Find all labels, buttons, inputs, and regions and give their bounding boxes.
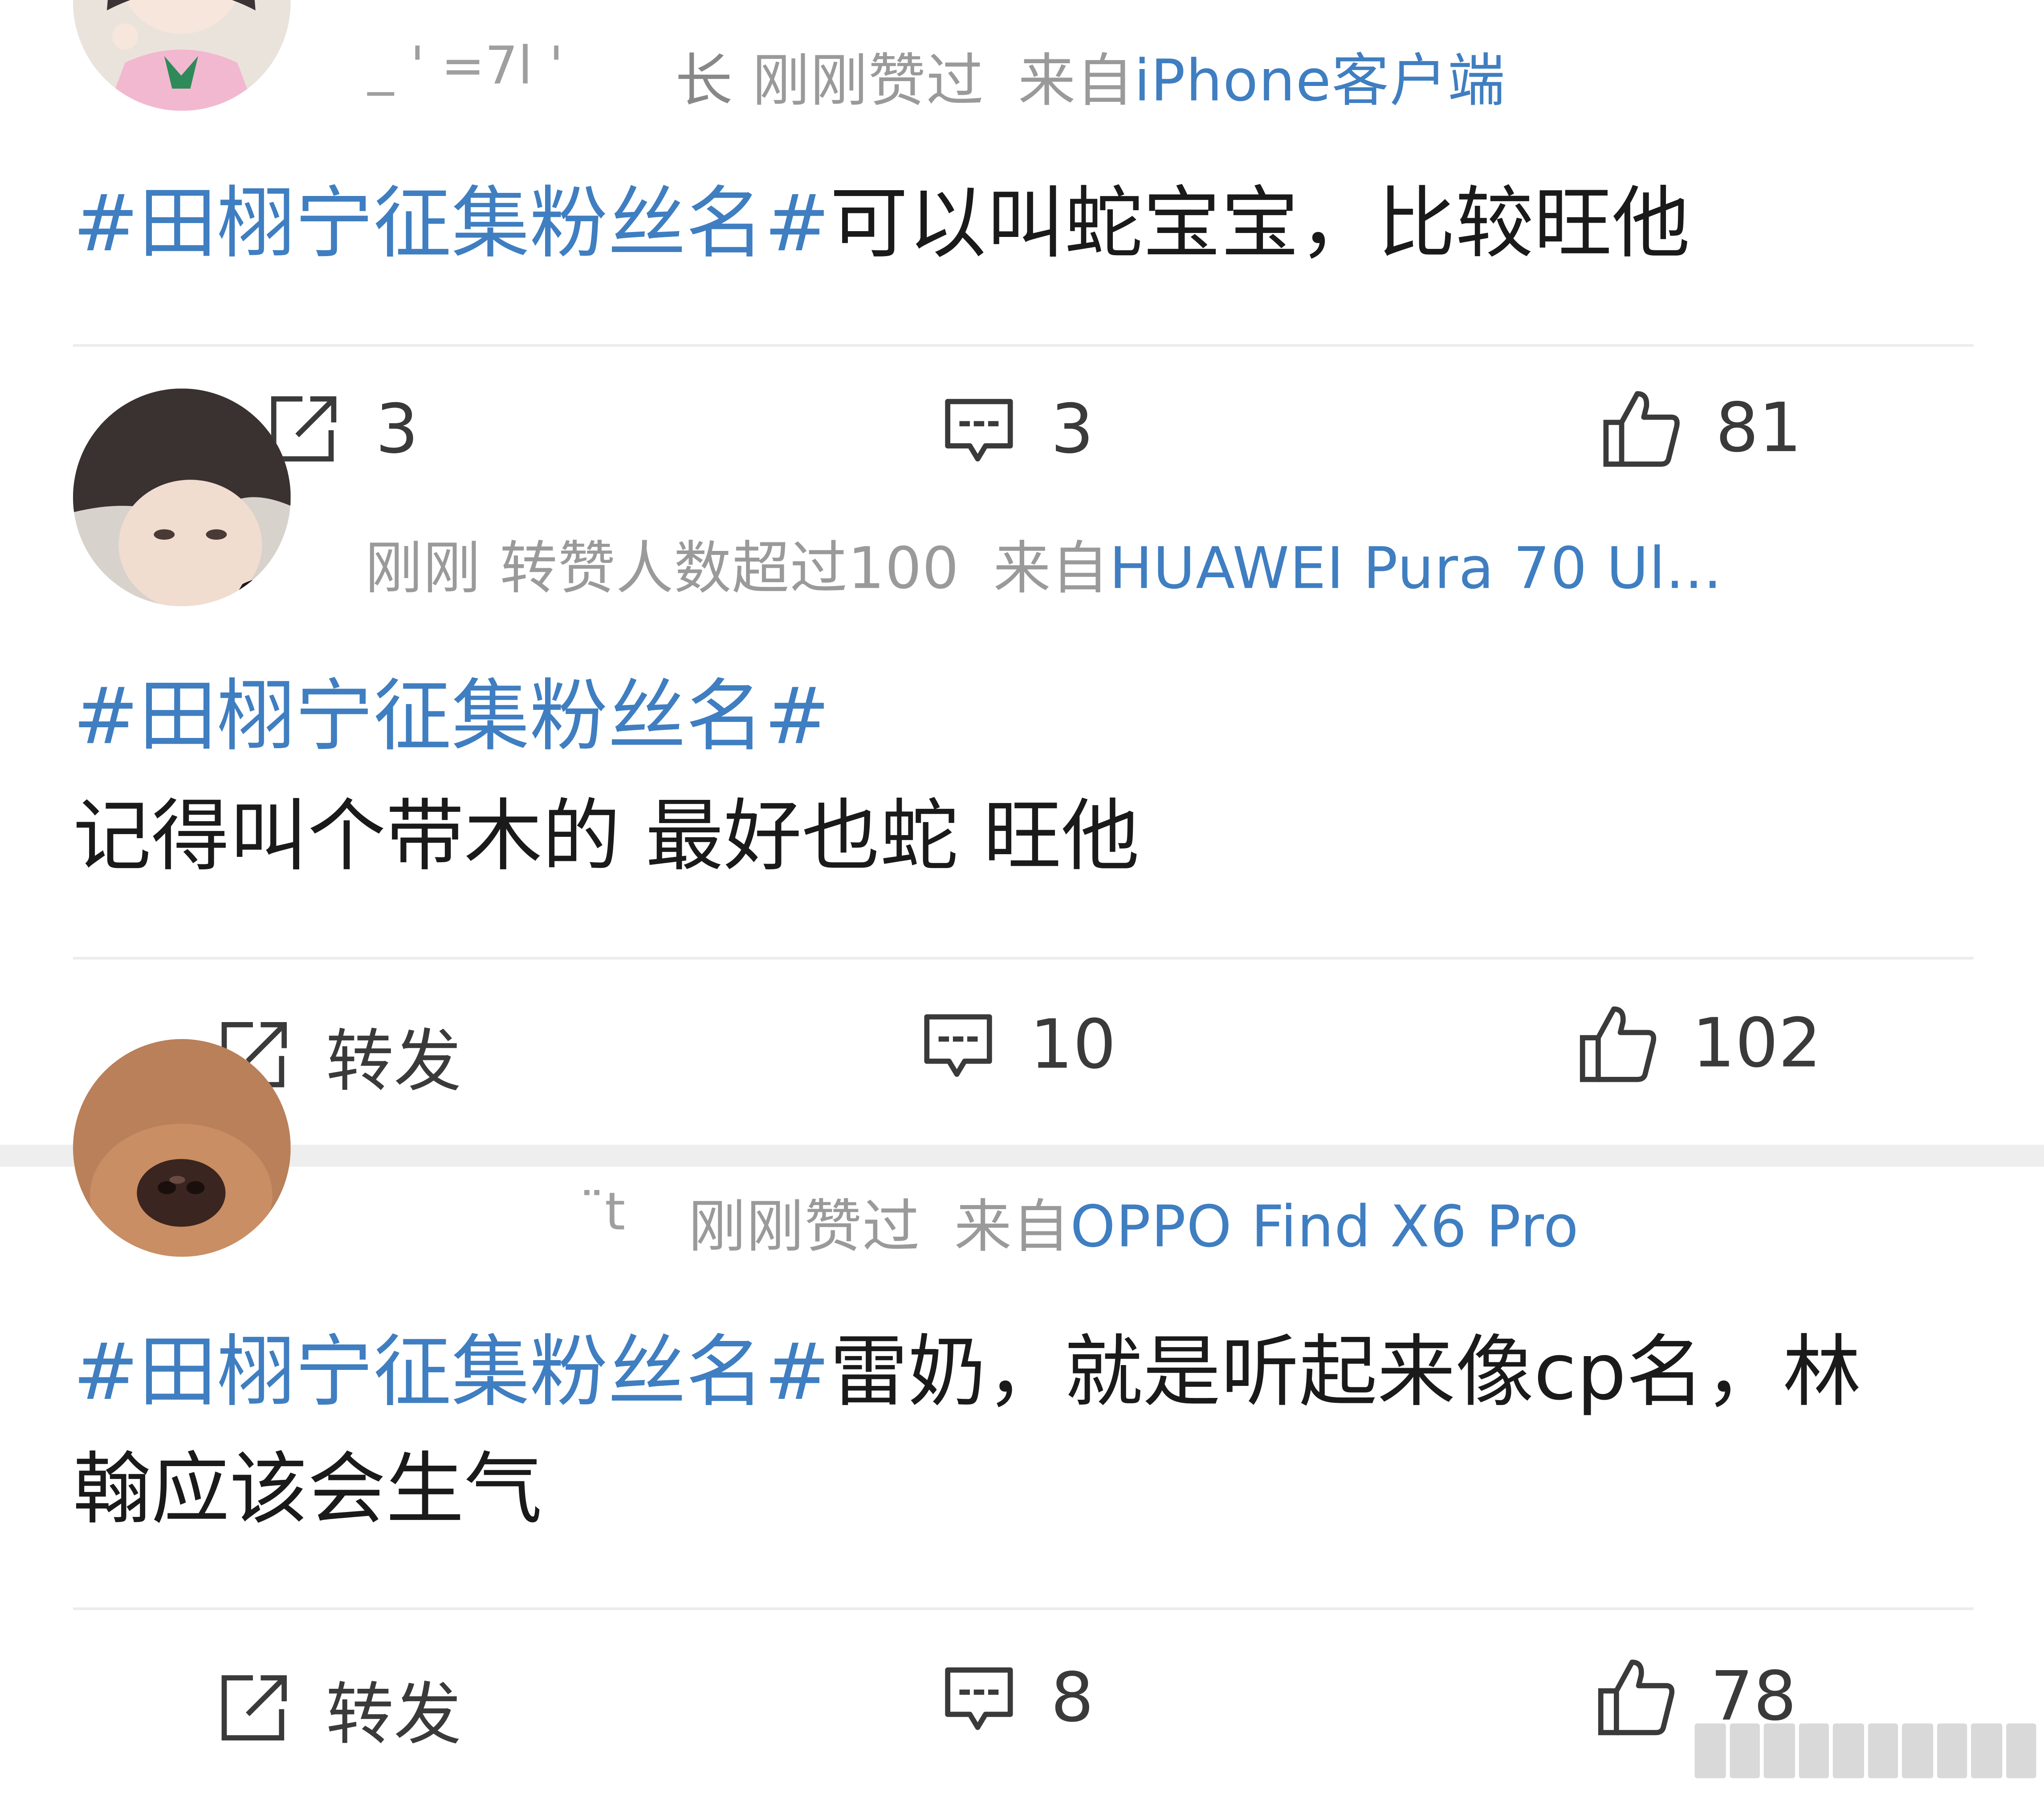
- scroll-tick: [2005, 1723, 2036, 1778]
- source-prefix: 来自: [954, 1194, 1071, 1261]
- hashtag-link[interactable]: #田栩宁征集粉丝名#: [73, 672, 830, 763]
- source-prefix: 来自: [993, 536, 1110, 603]
- post-text: #田栩宁征集粉丝名#: [73, 655, 830, 780]
- scroll-tick: [1798, 1723, 1829, 1778]
- comment-count: 10: [1030, 1006, 1116, 1085]
- comment-icon: [945, 1667, 1013, 1730]
- scroll-tick: [1971, 1723, 2002, 1778]
- like-button[interactable]: 102: [1577, 1004, 1821, 1084]
- post-meta: 刚刚赞过 来自OPPO Find X6 Pro: [688, 1180, 1579, 1263]
- post-text-line-2: 记得叫个带木的 最好也蛇 旺他: [73, 774, 1140, 900]
- repost-label: 转发: [326, 1023, 462, 1102]
- post-text-line-2: 翰应该会生气: [73, 1427, 542, 1553]
- comment-count: 3: [1051, 391, 1094, 469]
- avatar[interactable]: [73, 1039, 291, 1257]
- repost-button[interactable]: 3: [263, 391, 419, 469]
- post-text: #田栩宁征集粉丝名#雷奶，就是听起来像cp名，林: [73, 1310, 1861, 1435]
- scroll-tick: [1729, 1723, 1760, 1778]
- status-text: 刚刚赞过: [688, 1194, 920, 1261]
- scroll-tick: [1936, 1723, 1967, 1778]
- post-meta: 长 刚刚赞过 来自iPhone客户端: [675, 34, 1506, 117]
- repost-button[interactable]: 转发: [214, 1659, 461, 1757]
- like-count: 102: [1692, 1005, 1822, 1084]
- username-suffix[interactable]: ¨t: [579, 1182, 625, 1243]
- repost-icon: [221, 1675, 287, 1740]
- username-text[interactable]: _ ' =7l ': [367, 37, 563, 97]
- avatar[interactable]: [73, 0, 291, 111]
- scroll-tick: [1763, 1723, 1795, 1778]
- status-text: 刚刚 转赞人数超过100: [365, 536, 960, 603]
- thumbs-up-icon: [1598, 1659, 1675, 1736]
- like-count: 81: [1715, 390, 1802, 468]
- post-body-line-2: 记得叫个带木的 最好也蛇 旺他: [73, 791, 1140, 883]
- divider: [73, 957, 1974, 960]
- scroll-indicator[interactable]: [1694, 1723, 2036, 1778]
- username[interactable]: _ ' =7l ': [367, 37, 563, 97]
- scroll-tick: [1832, 1723, 1864, 1778]
- comment-button[interactable]: 8: [941, 1659, 1094, 1738]
- status-text: 刚刚赞过: [752, 48, 985, 115]
- scroll-tick: [1867, 1723, 1898, 1778]
- scroll-tick: [1694, 1723, 1726, 1778]
- comment-icon: [945, 399, 1013, 462]
- post-body: 可以叫蛇宝宝，比较旺他: [830, 179, 1690, 270]
- comment-button[interactable]: 3: [941, 391, 1094, 469]
- post-1[interactable]: _ ' =7l ' 长 刚刚赞过 来自iPhone客户端 #田栩宁征集粉丝名#可以…: [0, 0, 2044, 495]
- username[interactable]: ¨t: [579, 1182, 625, 1243]
- username-suffix: 长: [675, 48, 733, 115]
- post-text: #田栩宁征集粉丝名#可以叫蛇宝宝，比较旺他: [73, 162, 1690, 287]
- comment-count: 8: [1051, 1659, 1094, 1738]
- repost-label: 转发: [326, 1676, 462, 1755]
- post-body-line-2: 翰应该会生气: [73, 1444, 542, 1536]
- post-3[interactable]: ¨t 刚刚赞过 来自OPPO Find X6 Pro #田栩宁征集粉丝名#雷奶，就…: [0, 1039, 2044, 1797]
- source-link[interactable]: iPhone客户端: [1134, 48, 1506, 114]
- post-2[interactable]: 刚刚 转赞人数超过100 来自HUAWEI Pura 70 Ul... #田栩宁征…: [0, 388, 2044, 1145]
- hashtag-link[interactable]: #田栩宁征集粉丝名#: [73, 179, 830, 270]
- like-button[interactable]: 81: [1601, 388, 1802, 469]
- divider: [73, 344, 1974, 347]
- post-meta: 刚刚 转赞人数超过100 来自HUAWEI Pura 70 Ul...: [365, 522, 1722, 605]
- weibo-feed: _ ' =7l ' 长 刚刚赞过 来自iPhone客户端 #田栩宁征集粉丝名#可以…: [0, 0, 2044, 1797]
- hashtag-link[interactable]: #田栩宁征集粉丝名#: [73, 1327, 830, 1418]
- thumbs-up-icon: [1603, 391, 1680, 467]
- comment-icon: [924, 1014, 992, 1077]
- section-separator: [0, 1145, 2044, 1167]
- repost-count: 3: [375, 391, 419, 469]
- scroll-tick: [1901, 1723, 1933, 1778]
- source-prefix: 来自: [1018, 48, 1134, 115]
- post-body: 雷奶，就是听起来像cp名，林: [830, 1327, 1861, 1418]
- divider: [73, 1607, 1974, 1610]
- comment-button[interactable]: 10: [920, 1006, 1116, 1085]
- thumbs-up-icon: [1580, 1006, 1657, 1082]
- source-link[interactable]: HUAWEI Pura 70 Ul...: [1109, 536, 1722, 602]
- avatar[interactable]: [73, 388, 291, 607]
- source-link[interactable]: OPPO Find X6 Pro: [1070, 1194, 1579, 1260]
